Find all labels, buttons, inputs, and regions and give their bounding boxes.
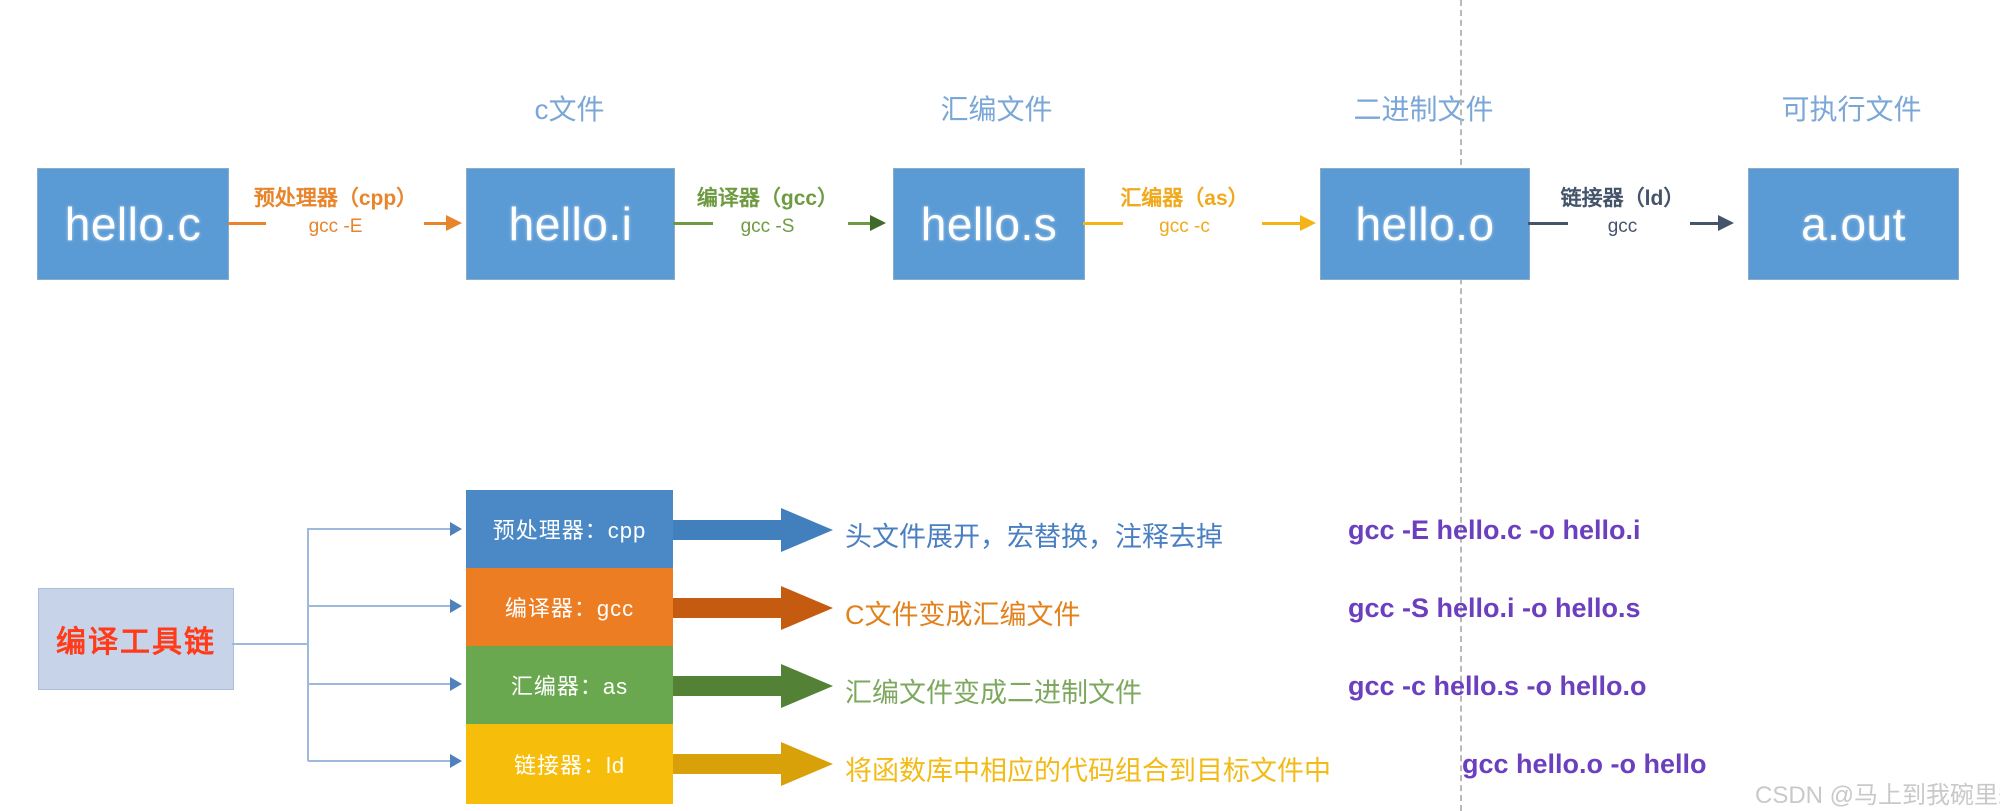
stage-description-as: 汇编文件变成二进制文件 [845, 678, 1142, 708]
stage-description-ld: 将函数库中相应的代码组合到目标文件中 [845, 756, 1331, 786]
caption-c-file: c文件 [534, 94, 605, 125]
connector-label-as: 汇编器（as） gcc -c [1082, 182, 1287, 238]
tree-arrow-4 [450, 754, 462, 768]
csdn-watermark: CSDN @马上到我碗里来 [1755, 782, 2000, 809]
block-arrow-cpp [673, 508, 833, 552]
tree-branch-1 [308, 528, 450, 530]
connector-arrow-as [1300, 215, 1316, 231]
file-box-label: hello.s [920, 198, 1058, 250]
stage-band-label: 预处理器：cpp [492, 518, 647, 543]
connector-command: gcc -S [740, 216, 795, 237]
connector-title: 链接器（ld） [1560, 187, 1685, 210]
file-box-a-out[interactable]: a.out [1748, 168, 1959, 280]
tree-arrow-3 [450, 677, 462, 691]
connector-label-gcc: 编译器（gcc） gcc -S [665, 182, 870, 238]
connector-command: gcc -c [1159, 216, 1210, 237]
caption-asm-file: 汇编文件 [940, 94, 1053, 125]
connector-title: 预处理器（cpp） [253, 187, 418, 210]
tree-arrow-2 [450, 599, 462, 613]
file-box-hello-i[interactable]: hello.i [466, 168, 675, 280]
tree-branch-3 [308, 683, 450, 685]
stage-band-label: 编译器：gcc [504, 596, 635, 621]
tree-trunk [232, 643, 308, 645]
connector-title: 汇编器（as） [1120, 187, 1249, 210]
file-box-label: hello.i [508, 198, 633, 250]
file-box-label: hello.c [64, 198, 202, 250]
toolchain-title: 编译工具链 [56, 626, 216, 659]
file-box-hello-c[interactable]: hello.c [37, 168, 229, 280]
stage-band-ld[interactable]: 链接器：ld [466, 724, 673, 804]
caption-binary-file: 二进制文件 [1353, 94, 1494, 125]
connector-title: 编译器（gcc） [696, 187, 839, 210]
tree-branch-4 [308, 760, 450, 762]
connector-command: gcc [1607, 216, 1638, 237]
stage-command-as: gcc -c hello.s -o hello.o [1348, 671, 1647, 701]
caption-exec-file: 可执行文件 [1781, 94, 1922, 125]
stage-band-cpp[interactable]: 预处理器：cpp [466, 490, 673, 568]
stage-command-gcc: gcc -S hello.i -o hello.s [1348, 593, 1641, 623]
stage-band-label: 链接器：ld [513, 753, 626, 778]
connector-arrow-cpp [446, 215, 462, 231]
stage-band-gcc[interactable]: 编译器：gcc [466, 568, 673, 646]
connector-command: gcc -E [308, 216, 363, 237]
stage-command-ld: gcc hello.o -o hello [1462, 749, 1707, 779]
stage-description-gcc: C文件变成汇编文件 [845, 600, 1081, 630]
connector-label-cpp: 预处理器（cpp） gcc -E [233, 182, 438, 238]
diagram-canvas: c文件 汇编文件 二进制文件 可执行文件 hello.c hello.i hel… [0, 0, 2000, 811]
block-arrow-as [673, 664, 833, 708]
tree-arrow-1 [450, 522, 462, 536]
connector-arrow-gcc [870, 215, 886, 231]
tree-branch-2 [308, 605, 450, 607]
stage-band-as[interactable]: 汇编器：as [466, 646, 673, 724]
stage-description-cpp: 头文件展开，宏替换，注释去掉 [845, 522, 1223, 552]
stage-band-label: 汇编器：as [510, 674, 629, 699]
block-arrow-gcc [673, 586, 833, 630]
stage-command-cpp: gcc -E hello.c -o hello.i [1348, 515, 1641, 545]
tree-spine [307, 528, 309, 761]
block-arrow-ld [673, 742, 833, 786]
connector-label-ld: 链接器（ld） gcc [1520, 182, 1725, 238]
file-box-label: a.out [1801, 198, 1906, 250]
file-box-label: hello.o [1355, 198, 1495, 250]
file-box-hello-s[interactable]: hello.s [893, 168, 1085, 280]
file-box-hello-o[interactable]: hello.o [1320, 168, 1530, 280]
toolchain-box[interactable]: 编译工具链 [38, 588, 234, 690]
